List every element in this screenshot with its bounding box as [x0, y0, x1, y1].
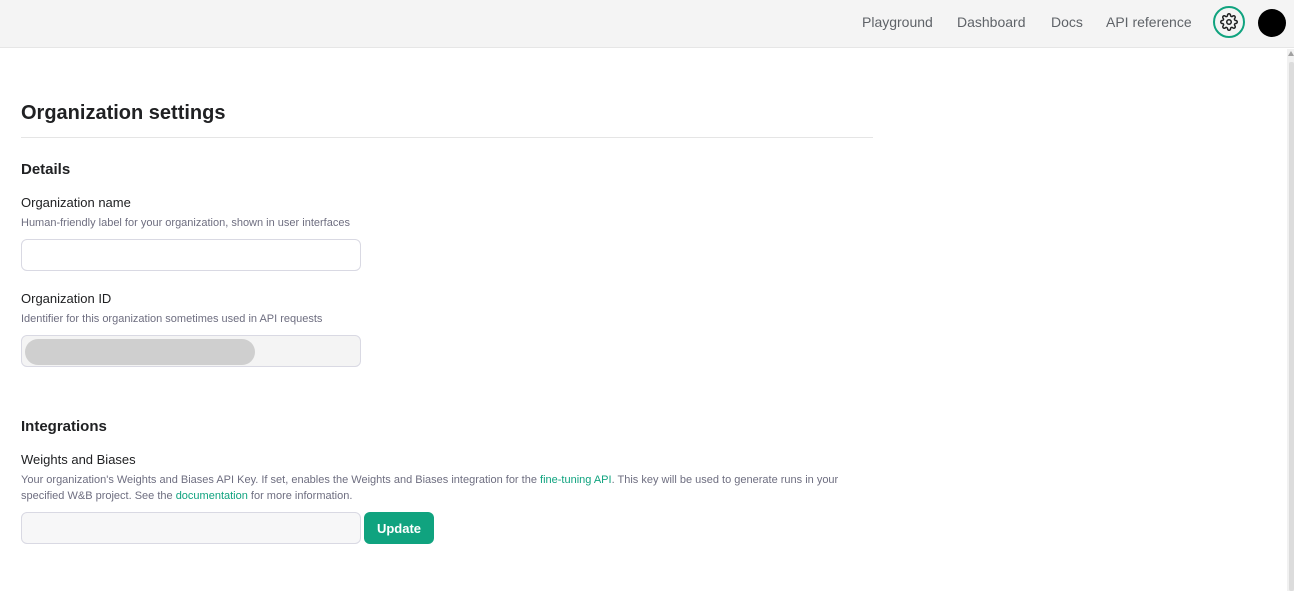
user-avatar[interactable]	[1258, 9, 1286, 37]
integrations-section-heading: Integrations	[21, 418, 107, 435]
documentation-link[interactable]: documentation	[176, 490, 248, 502]
redacted-organization-id	[25, 339, 255, 365]
scroll-up-arrow-icon[interactable]	[1288, 51, 1294, 56]
details-section-heading: Details	[21, 161, 71, 178]
weights-and-biases-label: Weights and Biases	[21, 452, 136, 467]
organization-id-label: Organization ID	[21, 291, 112, 306]
wandb-help-text-1: Your organization's Weights and Biases A…	[21, 474, 541, 486]
organization-name-label: Organization name	[21, 195, 131, 210]
weights-and-biases-api-key-input[interactable]	[21, 512, 361, 544]
nav-api-reference-link[interactable]: API reference	[1106, 14, 1192, 30]
wandb-help-text-3: for more information.	[247, 490, 353, 502]
nav-playground-link[interactable]: Playground	[862, 14, 933, 30]
page-title: Organization settings	[21, 102, 226, 124]
nav-dashboard-link[interactable]: Dashboard	[957, 14, 1026, 30]
title-divider	[21, 137, 873, 138]
gear-icon	[1220, 13, 1238, 31]
update-button[interactable]: Update	[364, 512, 434, 544]
top-navigation-bar: Playground Dashboard Docs API reference	[0, 0, 1294, 48]
fine-tuning-api-link[interactable]: fine-tuning API	[540, 474, 612, 486]
organization-id-help: Identifier for this organization sometim…	[21, 313, 323, 325]
weights-and-biases-help: Your organization's Weights and Biases A…	[21, 472, 873, 504]
nav-docs-link[interactable]: Docs	[1051, 14, 1083, 30]
page-scrollbar-thumb[interactable]	[1289, 62, 1294, 591]
organization-name-input[interactable]	[21, 239, 361, 271]
settings-button[interactable]	[1213, 6, 1245, 38]
organization-name-help: Human-friendly label for your organizati…	[21, 217, 350, 229]
